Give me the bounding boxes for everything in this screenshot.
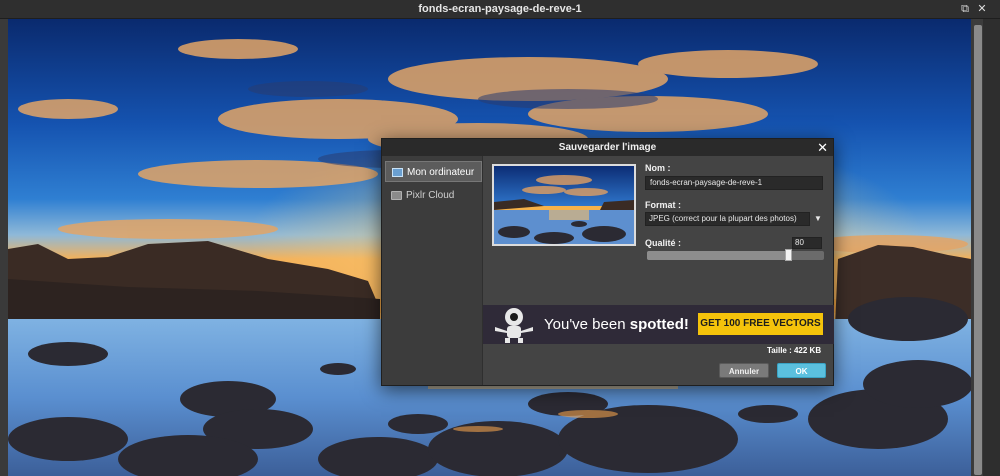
dialog-close-icon[interactable]: ✕ [817,139,828,156]
close-icon[interactable]: ✕ [976,3,988,15]
nav-item-mon-ordinateur[interactable]: Mon ordinateur [385,161,482,182]
window-title: fonds-ecran-paysage-de-reve-1 [418,3,582,15]
quality-input[interactable]: 80 [792,237,822,249]
title-bar: fonds-ecran-paysage-de-reve-1 ⧉ ✕ [0,0,1000,19]
alien-mascot-icon [495,308,533,343]
name-input[interactable]: fonds-ecran-paysage-de-reve-1 [645,176,823,190]
cloud-icon [391,191,402,200]
quality-slider-fill [647,251,789,260]
dialog-title: Sauvegarder l'image [382,139,833,156]
quality-label: Qualité : [645,238,682,248]
thumbnail-photo [494,166,634,244]
right-panel-edge [983,19,1000,476]
free-vectors-button[interactable]: GET 100 FREE VECTORS [698,313,823,335]
nav-item-pixlr-cloud[interactable]: Pixlr Cloud [385,185,482,206]
format-select[interactable]: JPEG (correct pour la plupart des photos… [645,212,810,226]
ok-button[interactable]: OK [777,363,826,378]
name-label: Nom : [645,163,671,173]
format-label: Format : [645,200,681,210]
nav-item-label: Pixlr Cloud [406,190,455,201]
ad-banner[interactable]: You've been spotted! GET 100 FREE VECTOR… [483,305,834,344]
banner-text: You've been spotted! [544,316,689,333]
scrollbar-thumb[interactable] [974,25,982,475]
chevron-down-icon[interactable]: ▼ [812,212,824,226]
banner-text-bold: spotted! [629,316,689,333]
app-window: fonds-ecran-paysage-de-reve-1 ⧉ ✕ Sauveg… [0,0,1000,476]
image-thumbnail [492,164,636,246]
restore-icon[interactable]: ⧉ [959,3,971,15]
nav-item-label: Mon ordinateur [407,167,475,178]
file-size-info: Taille : 422 KB [767,346,822,355]
computer-icon [392,168,403,177]
quality-slider[interactable] [647,251,824,260]
quality-slider-handle[interactable] [785,249,792,261]
vertical-scrollbar[interactable] [973,19,983,476]
save-destination-list: Mon ordinateur Pixlr Cloud [382,156,483,385]
banner-text-prefix: You've been [544,316,630,333]
save-image-dialog: Sauvegarder l'image ✕ Mon ordinateur Pix… [381,138,834,386]
cancel-button[interactable]: Annuler [719,363,769,378]
